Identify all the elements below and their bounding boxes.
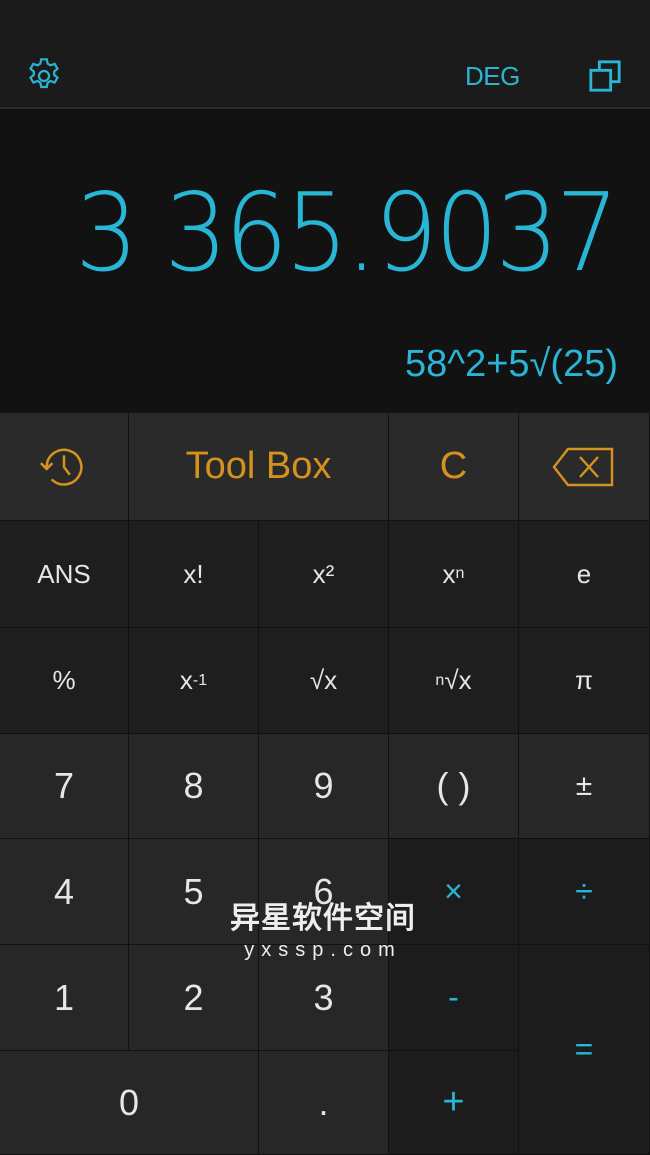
plus-key[interactable]: + — [389, 1051, 519, 1155]
key-3[interactable]: 3 — [259, 945, 389, 1051]
parentheses-key[interactable]: ( ) — [389, 734, 519, 839]
key-1[interactable]: 1 — [0, 945, 129, 1051]
euler-key[interactable]: e — [519, 521, 650, 628]
key-7[interactable]: 7 — [0, 734, 129, 839]
key-label: x — [312, 558, 326, 589]
percent-key[interactable]: % — [0, 628, 129, 734]
toolbox-button[interactable]: Tool Box — [129, 413, 389, 521]
result-value: 3 365.9037 — [74, 171, 619, 296]
key-label: x — [442, 558, 456, 589]
key-9[interactable]: 9 — [259, 734, 389, 839]
sqrt-key[interactable]: √x — [259, 628, 389, 734]
key-label-sup: n — [435, 671, 445, 689]
app-header: DEG — [0, 0, 650, 109]
nth-root-key[interactable]: n √x — [389, 628, 519, 734]
expression-input[interactable]: 58^2+5√(25) — [405, 343, 618, 386]
key-label-sup: -1 — [192, 671, 208, 689]
backspace-icon — [552, 447, 614, 486]
key-label: x — [183, 558, 197, 589]
decimal-key[interactable]: . — [259, 1051, 389, 1155]
equals-key[interactable]: = — [519, 945, 650, 1155]
key-label-sup: n — [455, 565, 465, 582]
key-label: x — [179, 665, 193, 695]
history-icon — [39, 448, 83, 486]
key-2[interactable]: 2 — [129, 945, 259, 1051]
power-key[interactable]: xn — [389, 521, 519, 628]
key-label: √x — [444, 665, 472, 695]
angle-mode-toggle[interactable]: DEG — [465, 61, 520, 92]
ans-key[interactable]: ANS — [0, 521, 129, 628]
key-6[interactable]: 6 — [259, 839, 389, 945]
plus-minus-key[interactable]: ± — [519, 734, 650, 839]
minus-key[interactable]: - — [389, 945, 519, 1051]
backspace-button[interactable] — [519, 413, 650, 521]
key-8[interactable]: 8 — [129, 734, 259, 839]
multiply-key[interactable]: × — [389, 839, 519, 945]
key-label-sup: ² — [325, 558, 335, 589]
key-0[interactable]: 0 — [0, 1051, 259, 1155]
key-label-suffix: ! — [196, 558, 204, 589]
key-5[interactable]: 5 — [129, 839, 259, 945]
copy-icon[interactable] — [588, 59, 622, 93]
clear-button[interactable]: C — [389, 413, 519, 521]
key-4[interactable]: 4 — [0, 839, 129, 945]
square-key[interactable]: x² — [259, 521, 389, 628]
reciprocal-key[interactable]: x -1 — [129, 628, 259, 734]
display-panel: 3 365.9037 58^2+5√(25) — [0, 111, 650, 413]
history-button[interactable] — [0, 413, 129, 521]
factorial-key[interactable]: x! — [129, 521, 259, 628]
pi-key[interactable]: π — [519, 628, 650, 734]
divide-key[interactable]: ÷ — [519, 839, 650, 945]
gear-icon[interactable] — [24, 56, 64, 96]
